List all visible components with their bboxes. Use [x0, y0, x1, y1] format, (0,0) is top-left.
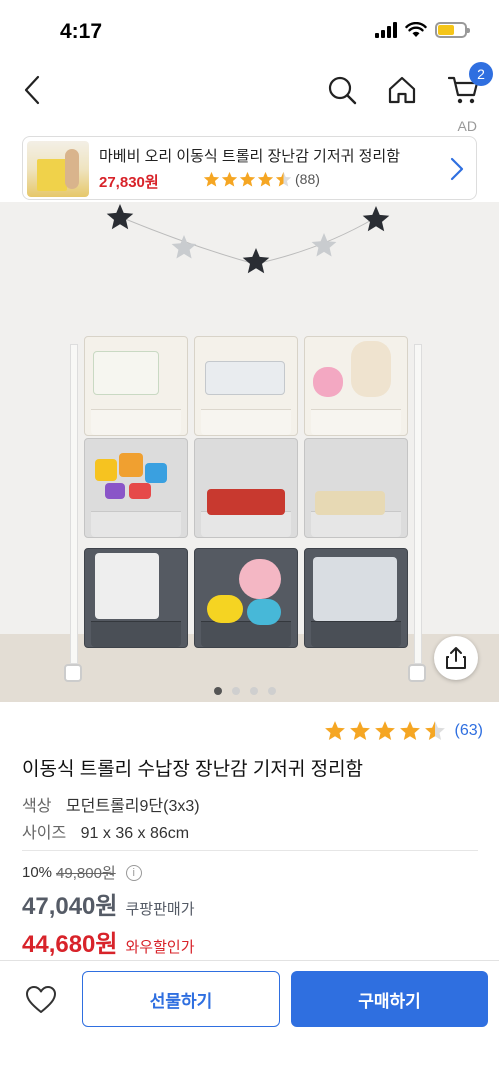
star-icon	[324, 721, 345, 741]
star-icon	[275, 171, 292, 187]
star-icon	[257, 171, 274, 187]
ad-title: 마베비 오리 이동식 트롤리 장난감 기저귀 정리함	[99, 148, 401, 165]
original-price: 49,800원	[56, 865, 116, 882]
back-button[interactable]	[14, 70, 50, 110]
nav-bar	[0, 60, 499, 120]
discount-percent: 10%	[22, 864, 53, 881]
info-icon[interactable]: i	[125, 864, 142, 881]
share-button[interactable]	[434, 636, 478, 680]
star-icon	[239, 171, 256, 187]
star-icon	[399, 721, 420, 741]
gallery-dot[interactable]	[232, 687, 240, 695]
bottom-action-bar: 선물하기 구매하기	[0, 960, 499, 1080]
discount-row: 10% 49,800원 i	[22, 862, 142, 883]
gallery-pagination[interactable]	[214, 687, 276, 695]
coupang-price: 47,040원	[22, 893, 118, 920]
wow-price-label: 와우할인가	[125, 939, 195, 956]
star-icon	[203, 171, 220, 187]
search-icon	[328, 76, 357, 105]
heart-icon	[26, 986, 56, 1013]
coupang-price-row: 47,040원 쿠팡판매가	[22, 886, 195, 921]
divider	[22, 850, 478, 851]
status-bar: 4:17	[0, 0, 499, 60]
gallery-dot[interactable]	[250, 687, 258, 695]
star-icon	[424, 721, 445, 741]
option-row-color: 색상 모던트롤리9단(3x3)	[22, 792, 200, 816]
gallery-dot[interactable]	[268, 687, 276, 695]
coupang-price-label: 쿠팡판매가	[125, 901, 195, 918]
star-icon	[349, 721, 370, 741]
search-button[interactable]	[322, 70, 362, 110]
status-time: 4:17	[60, 20, 103, 43]
gift-button[interactable]: 선물하기	[82, 971, 280, 1027]
product-rating[interactable]: (63)	[324, 720, 483, 742]
wifi-icon	[405, 22, 427, 37]
product-image[interactable]	[0, 202, 499, 702]
wishlist-button[interactable]	[20, 979, 62, 1021]
battery-icon	[435, 22, 470, 38]
home-icon	[388, 76, 416, 104]
star-decoration-icon	[311, 233, 337, 257]
option-row-size: 사이즈 91 x 36 x 86cm	[22, 819, 189, 843]
buy-button[interactable]: 구매하기	[291, 971, 488, 1027]
ad-price: 27,830원	[99, 174, 159, 191]
option-color-value: 모던트롤리9단(3x3)	[65, 798, 200, 815]
chevron-right-icon	[450, 157, 464, 181]
ad-review-count: (88)	[295, 171, 320, 187]
star-garland-decoration	[106, 204, 390, 274]
wow-price: 44,680원	[22, 931, 118, 958]
home-button[interactable]	[382, 70, 422, 110]
star-icon	[374, 721, 395, 741]
cart-count-badge: 2	[469, 62, 493, 86]
ad-thumbnail	[27, 141, 89, 197]
ad-rating-stars	[203, 171, 292, 188]
ad-label: AD	[457, 118, 477, 134]
product-rating-stars	[324, 720, 446, 742]
chevron-left-icon	[24, 75, 40, 105]
share-icon	[446, 647, 466, 669]
option-size-key: 사이즈	[22, 825, 67, 842]
wow-price-row: 44,680원 와우할인가	[22, 924, 195, 959]
option-size-value: 91 x 36 x 86cm	[80, 825, 190, 842]
star-decoration-icon	[106, 204, 134, 230]
ad-banner[interactable]: 마베비 오리 이동식 트롤리 장난감 기저귀 정리함 27,830원 (88)	[22, 136, 477, 200]
star-icon	[221, 171, 238, 187]
product-title: 이동식 트롤리 수납장 장난감 기저귀 정리함	[22, 759, 364, 780]
signal-icon	[375, 22, 397, 38]
star-decoration-icon	[242, 248, 270, 274]
star-decoration-icon	[362, 206, 390, 232]
storage-rack	[64, 336, 430, 686]
option-color-key: 색상	[22, 798, 52, 815]
gallery-dot[interactable]	[214, 687, 222, 695]
status-icons	[375, 22, 470, 38]
product-review-count[interactable]: (63)	[455, 722, 483, 740]
